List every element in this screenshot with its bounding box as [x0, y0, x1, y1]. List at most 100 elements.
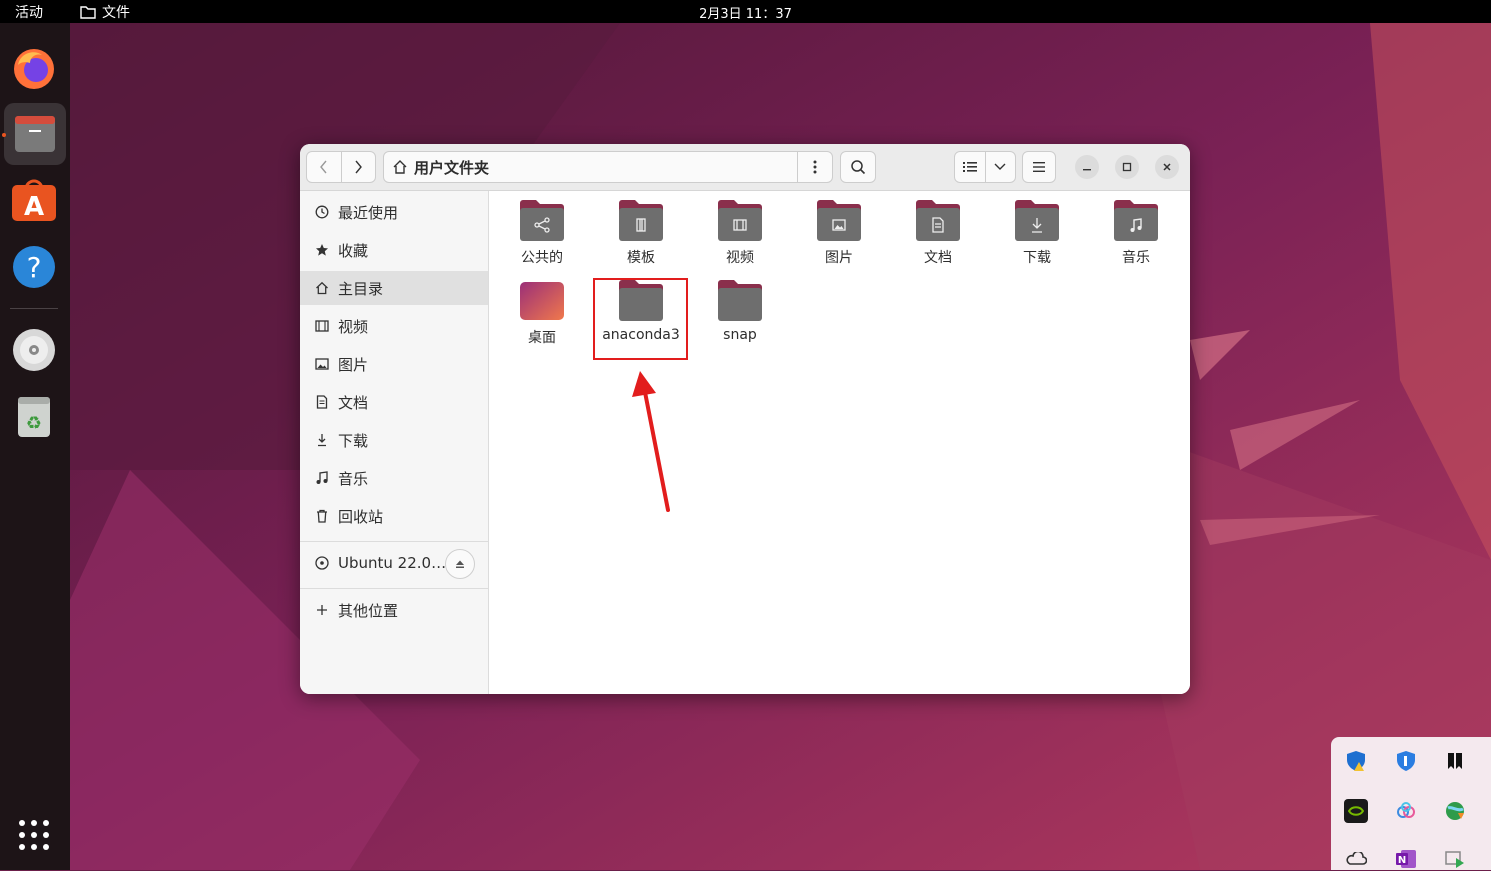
folder-item[interactable]: snap: [695, 279, 785, 343]
music-icon: [316, 471, 328, 484]
minimize-icon: [1083, 169, 1091, 171]
trash-launcher[interactable]: ♻: [10, 392, 58, 440]
close-icon: [1163, 163, 1171, 171]
sidebar-item-videos[interactable]: 视频: [300, 309, 488, 343]
trash-icon: ♻: [18, 397, 50, 437]
minimize-button[interactable]: [1075, 155, 1099, 179]
image-icon: [817, 200, 861, 241]
dock: A ? ♻: [0, 23, 70, 870]
document-icon: [916, 200, 960, 241]
folder-item[interactable]: 视频: [695, 199, 785, 267]
screen-record-icon[interactable]: [1443, 847, 1467, 871]
annotation-arrow-icon: [632, 371, 670, 512]
cloud-sync-icon[interactable]: [1394, 799, 1418, 823]
disc-icon: [13, 329, 55, 371]
folder-icon: [718, 280, 762, 321]
folder-item[interactable]: 文档: [893, 199, 983, 267]
back-button[interactable]: [307, 152, 341, 182]
file-view: 公共的 模板 视频 图片 文档 下载 音乐 桌面 anaconda3 snap: [489, 191, 1190, 694]
nvidia-icon[interactable]: [1344, 799, 1368, 823]
software-launcher[interactable]: A: [10, 177, 58, 225]
bookmark-app-icon[interactable]: [1443, 749, 1467, 773]
maximize-icon: [1122, 162, 1132, 172]
folder-name: 图片: [825, 250, 853, 266]
sidebar-item-music[interactable]: 音乐: [300, 461, 488, 495]
globe-download-icon[interactable]: [1443, 799, 1467, 823]
sidebar-item-home[interactable]: 主目录: [300, 271, 488, 305]
files-icon: [15, 116, 55, 152]
clock[interactable]: 2月3日 11：37: [0, 3, 1491, 22]
sidebar-item-label: 音乐: [338, 469, 369, 488]
sidebar: 最近使用 收藏 主目录 视频 图片 文档 下载 音乐 回收站 Ubuntu 22…: [300, 191, 489, 694]
sidebar-item-documents[interactable]: 文档: [300, 385, 488, 419]
share-icon: [520, 200, 564, 241]
help-icon: ?: [13, 246, 55, 288]
svg-text:N: N: [1398, 855, 1406, 866]
files-launcher[interactable]: [4, 103, 66, 165]
search-button[interactable]: [840, 151, 876, 183]
disc-icon: [315, 556, 329, 570]
sidebar-item-label: 回收站: [338, 507, 384, 526]
path-bar[interactable]: 用户文件夹: [383, 151, 833, 183]
software-icon: A: [12, 179, 56, 222]
files-window: 用户文件夹 最近使用 收藏 主目录 视频 图片 文档 下载 音乐 回收站 Ubu…: [300, 144, 1190, 694]
folder-name: 下载: [1023, 250, 1051, 266]
onedrive-icon[interactable]: [1344, 847, 1368, 871]
folder-item[interactable]: 模板: [596, 199, 686, 267]
eject-icon: [456, 560, 464, 568]
close-button[interactable]: [1155, 155, 1179, 179]
music-icon: [1114, 200, 1158, 241]
film-icon: [718, 200, 762, 241]
sidebar-item-pictures[interactable]: 图片: [300, 347, 488, 381]
sidebar-item-label: 视频: [338, 317, 369, 336]
sidebar-item-trash[interactable]: 回收站: [300, 499, 488, 533]
chevron-left-icon: [319, 160, 327, 174]
film-icon: [315, 320, 329, 332]
top-bar: 活动 文件 2月3日 11：37: [0, 0, 1491, 23]
sidebar-item-label: 文档: [338, 393, 369, 412]
firefox-launcher[interactable]: [10, 45, 58, 93]
sidebar-item-other-locations[interactable]: 其他位置: [300, 593, 488, 627]
home-icon: [316, 281, 328, 295]
disc-launcher[interactable]: [10, 326, 58, 374]
sidebar-item-recent[interactable]: 最近使用: [300, 195, 488, 229]
folder-name: 文档: [924, 250, 952, 266]
desktop-folder-icon: [520, 282, 564, 320]
folder-item[interactable]: 图片: [794, 199, 884, 267]
trash-icon: [317, 509, 327, 523]
folder-name: 公共的: [521, 250, 563, 266]
chevron-right-icon: [355, 160, 363, 174]
security-app-icon[interactable]: [1394, 749, 1418, 773]
maximize-button[interactable]: [1115, 155, 1139, 179]
path-label: 用户文件夹: [414, 158, 490, 177]
app-grid-icon: [19, 820, 49, 850]
sidebar-item-label: 主目录: [338, 279, 384, 298]
sidebar-item-starred[interactable]: 收藏: [300, 233, 488, 267]
onenote-icon[interactable]: N: [1394, 847, 1418, 871]
sidebar-item-label: 收藏: [338, 241, 369, 260]
folder-item[interactable]: 桌面: [497, 279, 587, 347]
help-launcher[interactable]: ?: [10, 243, 58, 291]
path-menu-button[interactable]: [797, 152, 832, 182]
sidebar-item-label: 图片: [338, 355, 369, 374]
download-icon: [318, 434, 326, 447]
folder-name: 音乐: [1122, 250, 1150, 266]
folder-item[interactable]: 音乐: [1091, 199, 1181, 267]
shield-warning-icon[interactable]: [1344, 749, 1368, 773]
chevron-down-icon: [994, 163, 1006, 170]
template-icon: [619, 200, 663, 241]
main-menu-button[interactable]: [1022, 151, 1056, 183]
view-options-button[interactable]: [984, 152, 1016, 182]
list-view-button[interactable]: [955, 152, 985, 182]
eject-button[interactable]: [445, 549, 475, 579]
star-icon: [316, 244, 328, 256]
show-apps-button[interactable]: [10, 811, 58, 859]
sidebar-item-downloads[interactable]: 下载: [300, 423, 488, 457]
forward-button[interactable]: [340, 152, 376, 182]
folder-name: 视频: [726, 250, 754, 266]
folder-name: snap: [723, 327, 757, 343]
sidebar-item-label: 其他位置: [338, 601, 399, 620]
document-icon: [316, 395, 328, 409]
folder-item[interactable]: 公共的: [497, 199, 587, 267]
folder-item[interactable]: 下载: [992, 199, 1082, 267]
